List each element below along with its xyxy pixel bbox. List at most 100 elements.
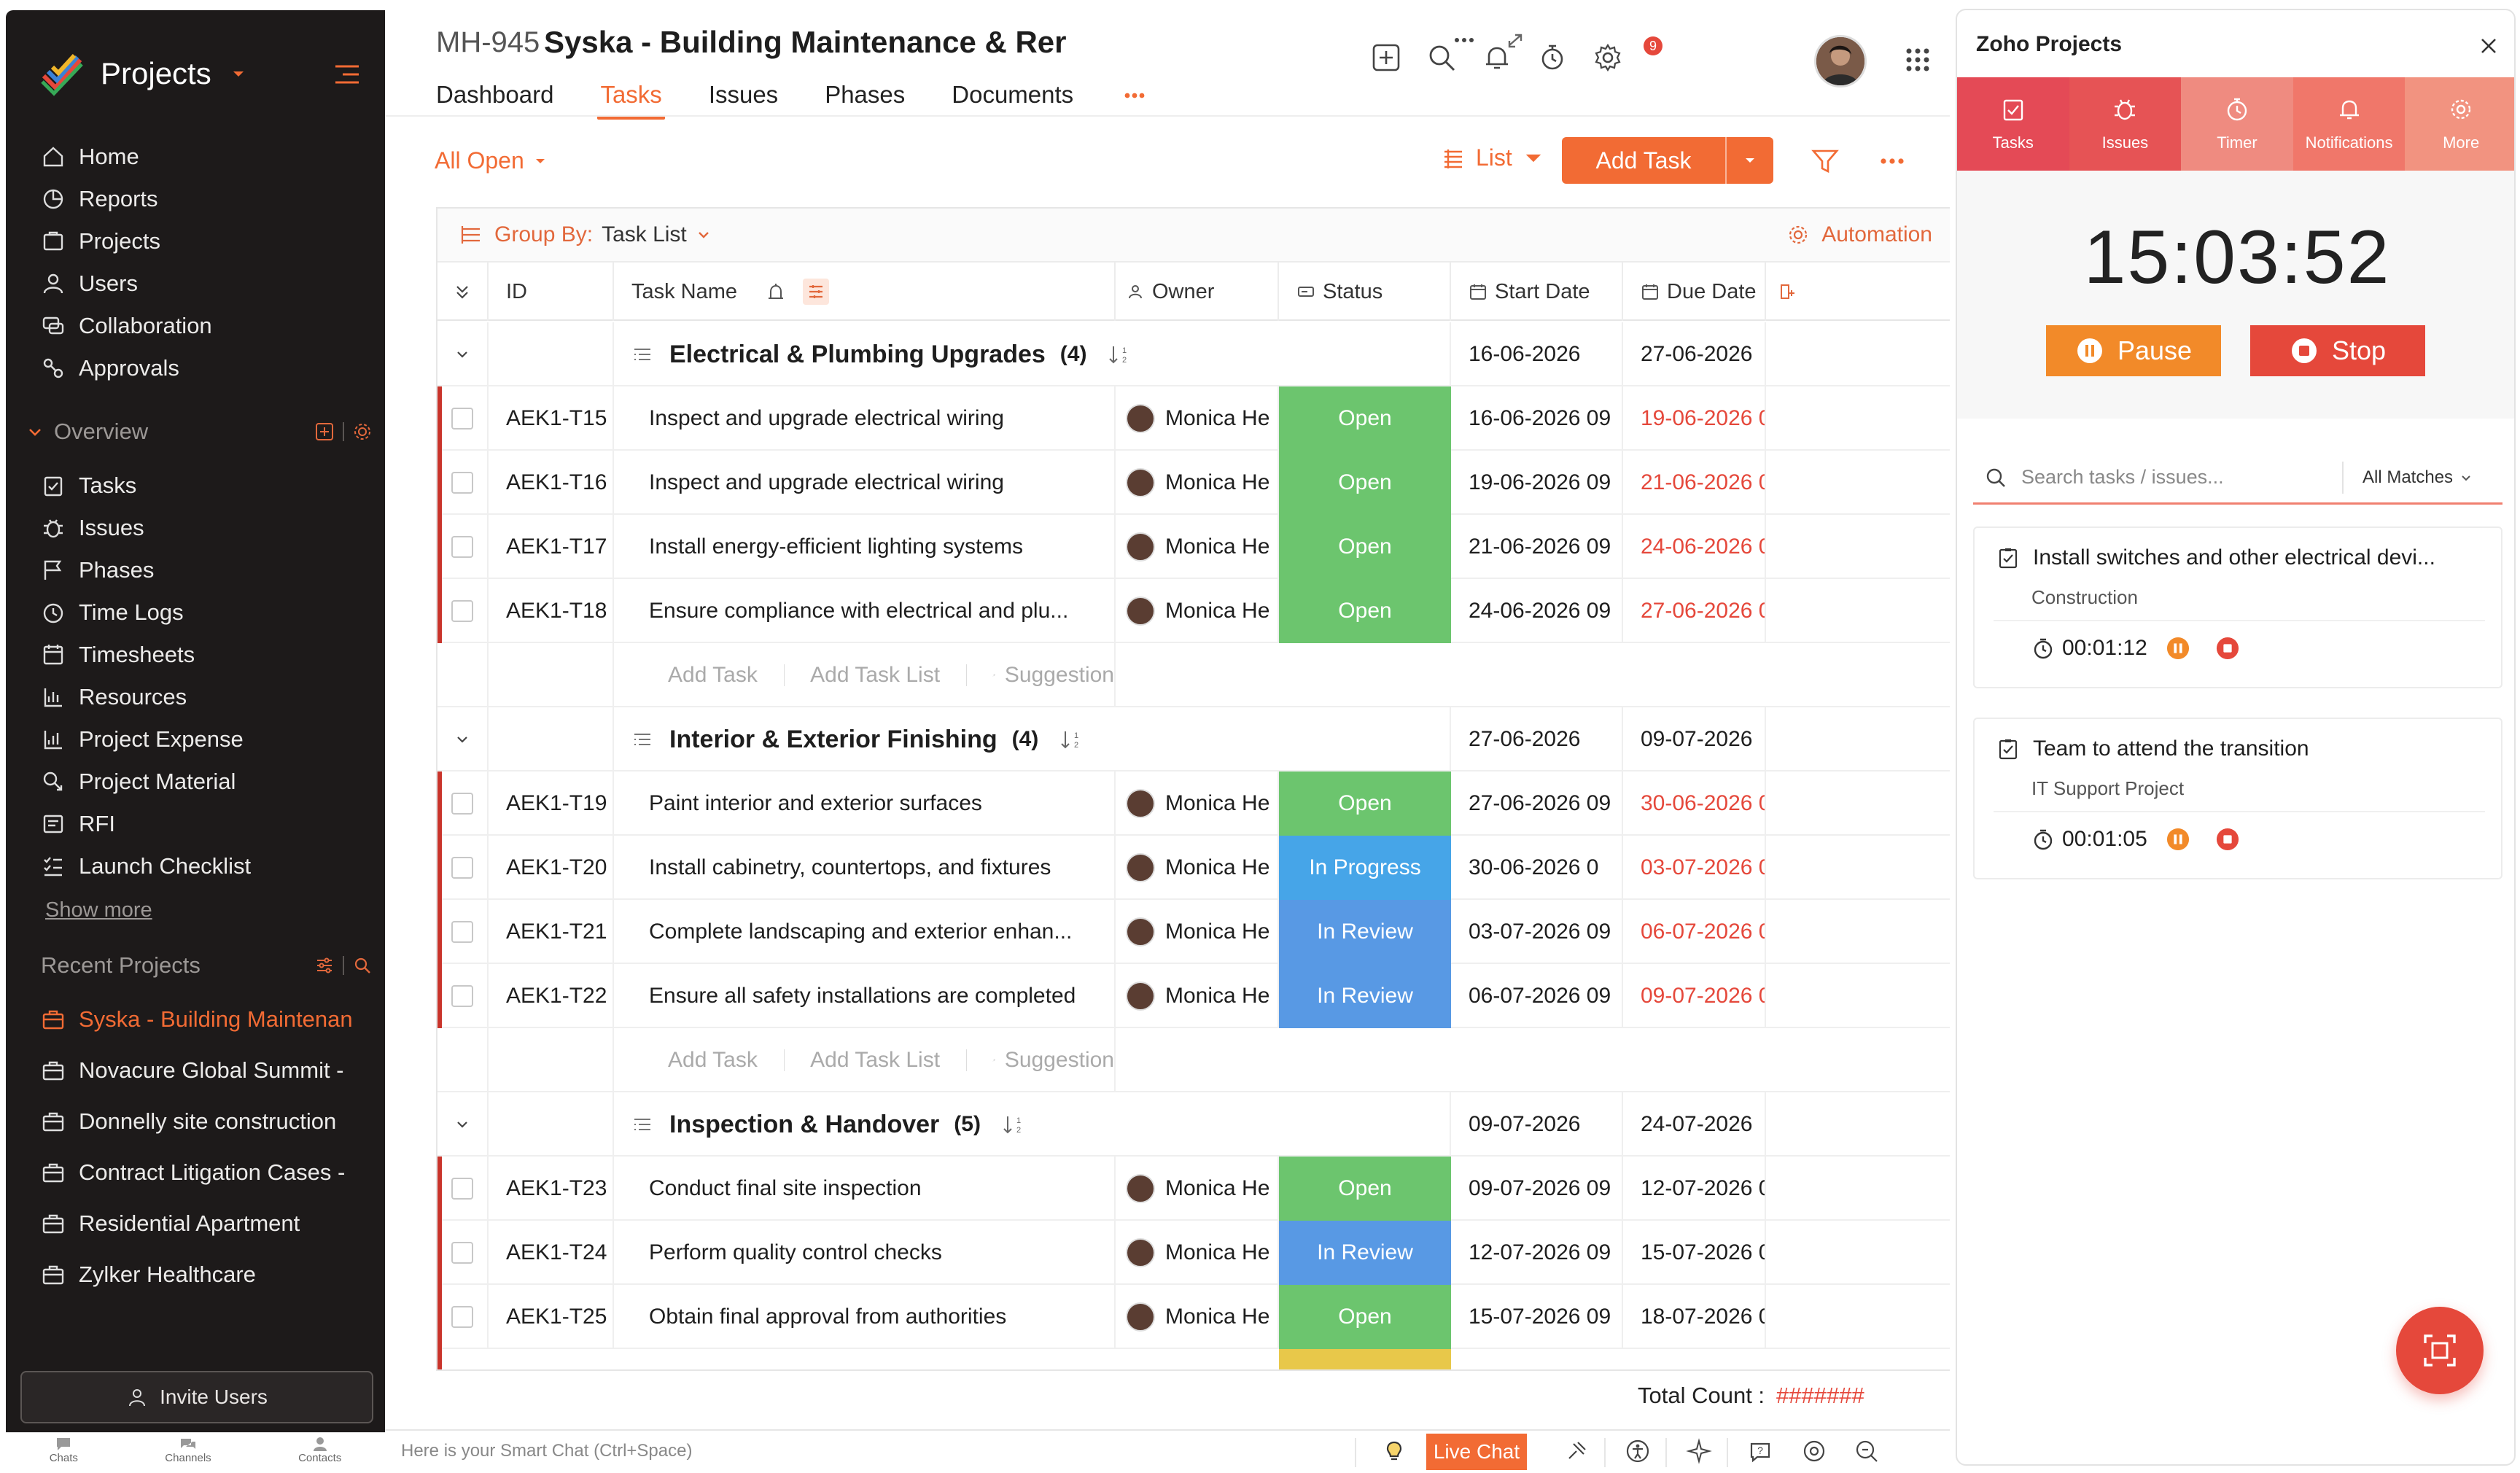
task-due-date[interactable]: 19-06-2026 09:01 — [1623, 386, 1766, 451]
task-start-date[interactable]: 15-07-2026 09 — [1451, 1285, 1623, 1349]
timer-card[interactable]: Team to attend the transition IT Support… — [1973, 718, 2502, 879]
recent-project-item[interactable]: Syska - Building Maintenan — [41, 1000, 369, 1038]
more-tabs-icon[interactable] — [1120, 85, 1149, 106]
sidebar-item-time-logs[interactable]: Time Logs — [41, 594, 184, 631]
add-icon[interactable] — [315, 422, 334, 441]
recent-project-item[interactable]: Donnelly site construction — [41, 1103, 369, 1140]
task-due-date[interactable]: 21-06-2026 09:01 — [1623, 451, 1766, 515]
close-icon[interactable] — [2478, 35, 2500, 57]
table-row[interactable]: AEK1-T16 Inspect and upgrade electrical w… — [438, 451, 1950, 515]
menu-collapse-icon[interactable] — [334, 64, 360, 85]
add-column-button[interactable] — [1766, 263, 1810, 321]
task-due-date[interactable]: 18-07-2026 09:01 — [1623, 1285, 1766, 1349]
mention-icon[interactable] — [1801, 1438, 1827, 1464]
row-checkbox[interactable] — [451, 1242, 473, 1264]
task-due-date[interactable]: 15-07-2026 09:01 — [1623, 1221, 1766, 1285]
task-id[interactable]: AEK1-T15 — [489, 386, 614, 451]
sidebar-item-projects[interactable]: Projects — [41, 222, 160, 260]
row-checkbox[interactable] — [451, 1306, 473, 1328]
accessibility-icon[interactable] — [1625, 1438, 1651, 1464]
task-id[interactable]: AEK1-T22 — [489, 964, 614, 1028]
user-avatar[interactable] — [1814, 35, 1867, 88]
task-due-date[interactable]: 27-06-2026 09:01 — [1623, 579, 1766, 643]
task-owner[interactable]: Monica He — [1116, 579, 1279, 643]
task-id[interactable]: AEK1-T16 — [489, 451, 614, 515]
layout-dropdown[interactable]: List — [1441, 144, 1556, 171]
table-row[interactable]: AEK1-T17 Install energy-efficient lightin… — [438, 515, 1950, 579]
column-settings-icon[interactable] — [803, 279, 830, 305]
sidebar-item-home[interactable]: Home — [41, 138, 139, 176]
collapse-all-toggle[interactable] — [438, 263, 489, 321]
task-id[interactable]: AEK1-T25 — [489, 1285, 614, 1349]
automation-button[interactable]: Automation — [1786, 222, 1932, 247]
task-owner[interactable]: Monica He — [1116, 515, 1279, 579]
task-owner[interactable]: Monica He — [1116, 964, 1279, 1028]
stop-button[interactable]: Stop — [2250, 325, 2425, 376]
task-name[interactable]: Complete landscaping and exterior enhan.… — [614, 900, 1116, 964]
pause-button[interactable]: Pause — [2046, 325, 2221, 376]
sidebar-item-reports[interactable]: Reports — [41, 180, 158, 218]
task-owner[interactable]: Monica He — [1116, 900, 1279, 964]
task-owner[interactable]: Monica He — [1116, 1221, 1279, 1285]
row-checkbox[interactable] — [451, 408, 473, 430]
sidebar-item-approvals[interactable]: Approvals — [41, 349, 179, 387]
tab-dashboard[interactable]: Dashboard — [436, 71, 553, 118]
column-task-name[interactable]: Task Name — [614, 263, 1116, 321]
task-id[interactable]: AEK1-T19 — [489, 772, 614, 836]
match-dropdown[interactable]: All Matches — [2362, 467, 2472, 488]
panel-tab-timer[interactable]: Timer — [2181, 77, 2293, 171]
status-badge[interactable]: Open — [1279, 386, 1451, 451]
group-collapse-toggle[interactable] — [438, 322, 489, 386]
row-checkbox[interactable] — [451, 1178, 473, 1200]
sidebar-item-tasks[interactable]: Tasks — [41, 467, 136, 505]
lightbulb-icon[interactable] — [1381, 1438, 1407, 1464]
column-owner[interactable]: Owner — [1116, 263, 1279, 321]
table-row[interactable]: AEK1-T24 Perform quality control checks Mo… — [438, 1221, 1950, 1285]
invite-users-button[interactable]: Invite Users — [20, 1371, 373, 1423]
project-name[interactable]: Syska - Building Maintenance & Rer — [544, 25, 1441, 60]
task-name[interactable]: Inspect and upgrade electrical wiring — [614, 451, 1116, 515]
task-id[interactable]: AEK1-T20 — [489, 836, 614, 900]
sort-icon[interactable]: 12 — [1059, 728, 1082, 751]
sidebar-item-phases[interactable]: Phases — [41, 551, 154, 589]
app-switcher[interactable]: Projects — [38, 48, 248, 99]
task-start-date[interactable]: 12-07-2026 09 — [1451, 1221, 1623, 1285]
sort-icon[interactable]: 12 — [1107, 343, 1130, 366]
sidebar-item-issues[interactable]: Issues — [41, 509, 144, 547]
row-checkbox[interactable] — [451, 600, 473, 622]
filter-icon[interactable] — [1810, 146, 1840, 176]
filter-sliders-icon[interactable] — [315, 956, 334, 975]
status-badge[interactable]: Open — [1279, 772, 1451, 836]
add-task-link[interactable]: Add Task — [668, 1048, 758, 1073]
table-row[interactable] — [438, 1349, 1950, 1369]
task-id[interactable]: AEK1-T18 — [489, 579, 614, 643]
status-badge[interactable]: In Review — [1279, 964, 1451, 1028]
add-square-icon[interactable] — [1369, 41, 1403, 74]
status-badge[interactable]: In Progress — [1279, 836, 1451, 900]
settings-gear-icon[interactable] — [1591, 41, 1625, 74]
screenshot-fab-button[interactable] — [2396, 1307, 2484, 1394]
suggestion-link[interactable]: Suggestion — [1005, 1048, 1114, 1073]
task-due-date[interactable]: 12-07-2026 09:01 — [1623, 1157, 1766, 1221]
pause-icon[interactable] — [2166, 637, 2190, 660]
tab-phases[interactable]: Phases — [825, 71, 905, 118]
add-task-button[interactable]: Add Task — [1562, 137, 1773, 184]
search-zoom-icon[interactable] — [1854, 1438, 1880, 1464]
row-checkbox[interactable] — [451, 857, 473, 879]
sidebar-item-rfi[interactable]: RFI — [41, 805, 115, 843]
task-start-date[interactable]: 21-06-2026 09 — [1451, 515, 1623, 579]
chats-button[interactable]: Chats — [50, 1436, 78, 1464]
task-name[interactable]: Inspect and upgrade electrical wiring — [614, 386, 1116, 451]
table-row[interactable]: AEK1-T15 Inspect and upgrade electrical w… — [438, 386, 1950, 451]
status-badge[interactable]: In Review — [1279, 900, 1451, 964]
row-checkbox[interactable] — [451, 793, 473, 815]
task-start-date[interactable]: 30-06-2026 0 — [1451, 836, 1623, 900]
table-row[interactable]: AEK1-T23 Conduct final site inspection Mon… — [438, 1157, 1950, 1221]
table-row[interactable]: AEK1-T25 Obtain final approval from autho… — [438, 1285, 1950, 1349]
more-options-icon[interactable] — [1877, 152, 1908, 171]
task-start-date[interactable]: 16-06-2026 09 — [1451, 386, 1623, 451]
status-badge[interactable]: Open — [1279, 579, 1451, 643]
task-id[interactable]: AEK1-T17 — [489, 515, 614, 579]
search-icon[interactable] — [353, 956, 372, 975]
row-checkbox[interactable] — [451, 985, 473, 1007]
